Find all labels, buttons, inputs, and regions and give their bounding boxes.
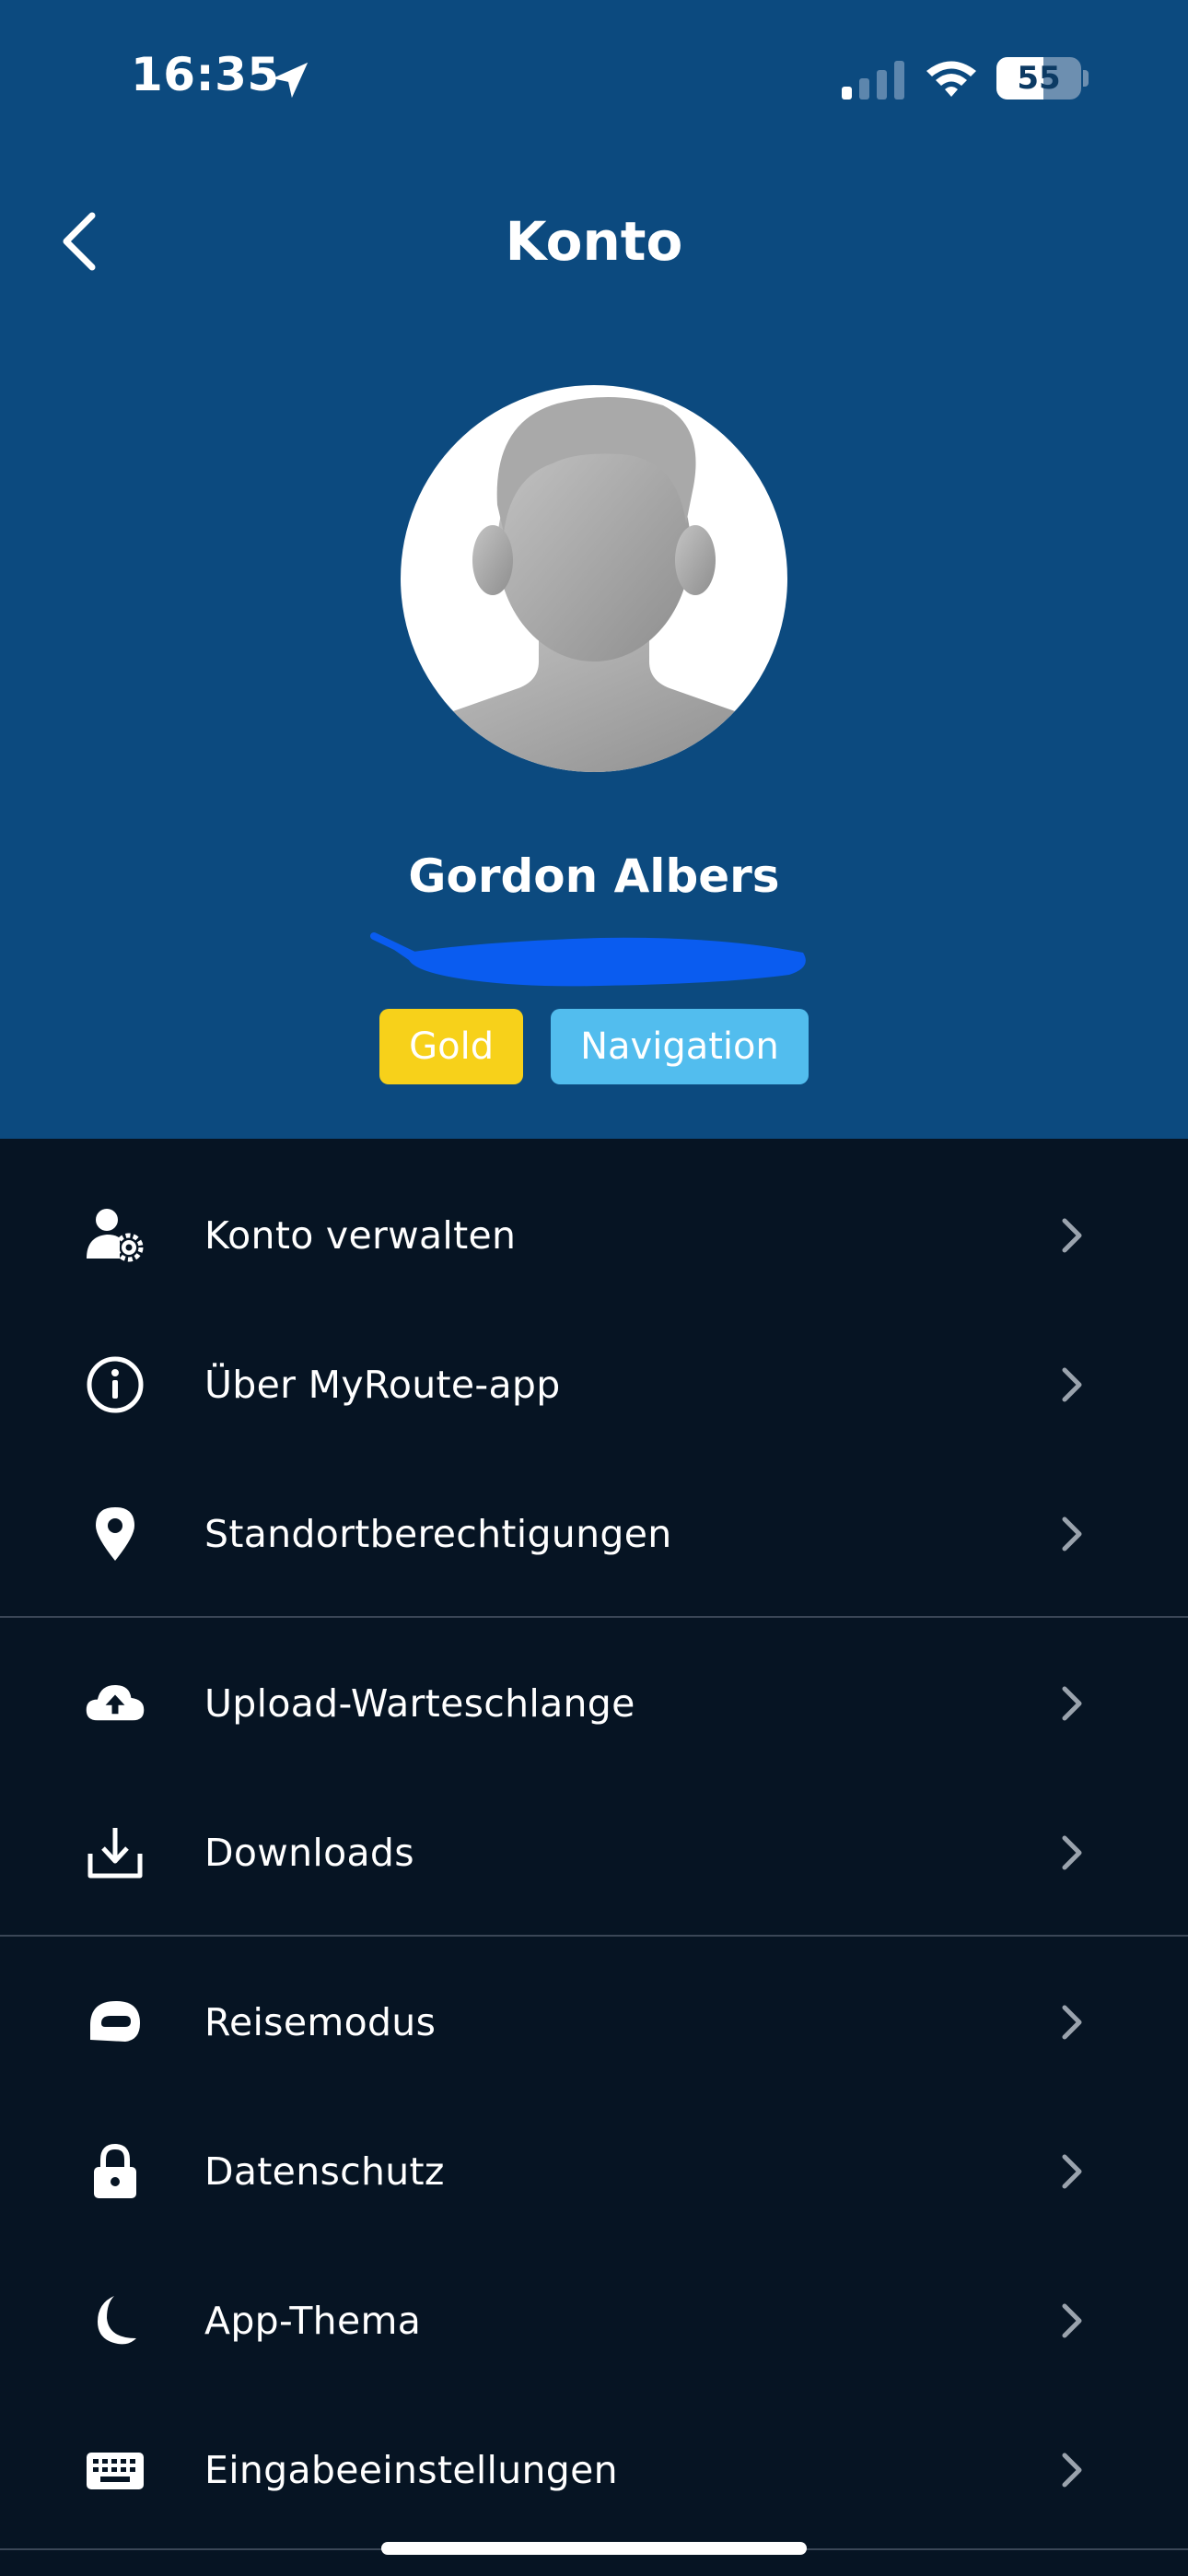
email-redaction-scribble (370, 932, 806, 987)
profile-header: 16:35 55 Konto Gordon Albers Gold Naviga… (0, 0, 1188, 1139)
chevron-right-icon (1062, 2303, 1082, 2338)
user-name: Gordon Albers (408, 849, 780, 903)
location-arrow-icon (272, 62, 309, 99)
moon-icon (85, 2290, 146, 2351)
wifi-icon (926, 61, 976, 97)
section-divider (0, 1935, 1188, 1937)
chevron-right-icon (1062, 1686, 1082, 1721)
cellular-signal-icon (842, 61, 904, 100)
info-circle-icon (85, 1354, 146, 1415)
menu-item-konto-verwalten[interactable]: Konto verwalten (0, 1161, 1188, 1310)
gold-badge: Gold (379, 1009, 524, 1084)
chevron-right-icon (1062, 2005, 1082, 2040)
navigation-badge: Navigation (551, 1009, 809, 1084)
helmet-icon (85, 1992, 146, 2053)
status-bar: 16:35 55 (0, 0, 1188, 147)
menu-item-label: Standortberechtigungen (204, 1512, 672, 1556)
badge-group: Gold Navigation (0, 1009, 1188, 1084)
map-pin-icon (85, 1504, 146, 1564)
chevron-right-icon (1062, 1835, 1082, 1870)
section-divider (0, 1616, 1188, 1618)
menu-item-label: Upload-Warteschlange (204, 1681, 635, 1726)
chevron-right-icon (1062, 1218, 1082, 1253)
menu-item-label: Downloads (204, 1831, 414, 1875)
download-tray-icon (85, 1822, 146, 1883)
menu-item-datenschutz[interactable]: Datenschutz (0, 2097, 1188, 2246)
menu-item-standortberechtigungen[interactable]: Standortberechtigungen (0, 1459, 1188, 1609)
chevron-right-icon (1062, 2453, 1082, 2488)
battery-cap (1083, 70, 1089, 87)
menu-item-ueber-myroute-app[interactable]: Über MyRoute-app (0, 1310, 1188, 1459)
battery-icon: 55 (996, 57, 1081, 100)
menu-item-label: Eingabeeinstellungen (204, 2448, 618, 2492)
page-title: Konto (505, 210, 683, 273)
menu-item-eingabeeinstellungen[interactable]: Eingabeeinstellungen (0, 2395, 1188, 2545)
chevron-right-icon (1062, 2154, 1082, 2189)
menu-item-downloads[interactable]: Downloads (0, 1778, 1188, 1927)
menu-item-label: Reisemodus (204, 2000, 437, 2044)
cloud-upload-icon (85, 1673, 146, 1734)
lock-icon (85, 2141, 146, 2202)
user-gear-icon (85, 1205, 146, 1266)
menu-item-label: Datenschutz (204, 2149, 445, 2194)
menu-item-app-thema[interactable]: App-Thema (0, 2246, 1188, 2395)
default-person-avatar (410, 396, 778, 772)
avatar[interactable] (401, 385, 787, 772)
menu-item-upload-warteschlange[interactable]: Upload-Warteschlange (0, 1629, 1188, 1778)
battery-level: 55 (1017, 60, 1061, 97)
status-time: 16:35 (131, 48, 280, 101)
menu-item-label: Konto verwalten (204, 1213, 517, 1258)
home-indicator[interactable] (381, 2542, 807, 2555)
chevron-right-icon (1062, 1367, 1082, 1402)
chevron-right-icon (1062, 1516, 1082, 1551)
settings-menu: Konto verwalten Über MyRoute-app Standor… (0, 1139, 1188, 2561)
keyboard-icon (85, 2440, 146, 2500)
menu-item-label: App-Thema (204, 2299, 422, 2343)
menu-item-reisemodus[interactable]: Reisemodus (0, 1948, 1188, 2097)
menu-item-label: Über MyRoute-app (204, 1363, 561, 1407)
